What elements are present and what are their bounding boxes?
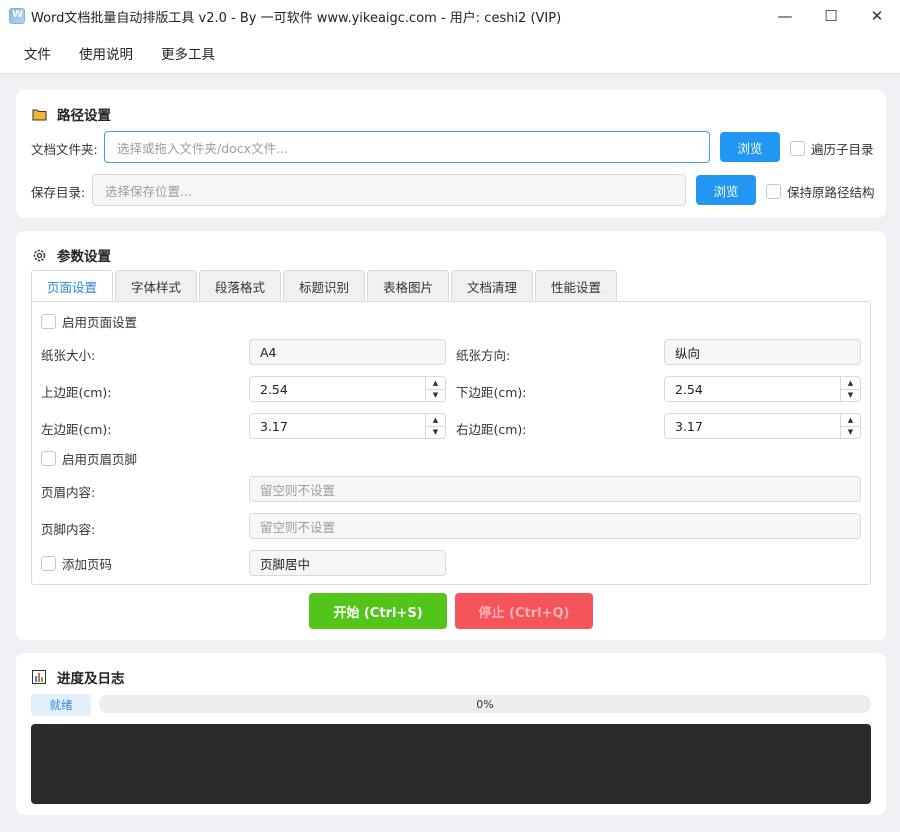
footer-content-placeholder: 留空则不设置 (260, 519, 336, 535)
paper-size-select[interactable]: A4 (249, 339, 446, 365)
spin-up-icon[interactable]: ▲ (841, 414, 860, 427)
enable-header-checkbox[interactable]: 启用页眉页脚 (41, 449, 137, 468)
spin-up-icon[interactable]: ▲ (426, 414, 445, 427)
header-content-label: 页眉内容: (41, 485, 96, 500)
add-page-number-checkbox[interactable]: 添加页码 (41, 554, 112, 573)
right-margin-value: 3.17 (675, 418, 703, 434)
top-margin-label: 上边距(cm): (41, 385, 112, 400)
save-dir-label: 保存目录: (31, 185, 86, 200)
bottom-margin-spinbox[interactable]: 2.54 ▲ ▼ (664, 376, 861, 402)
header-content-placeholder: 留空则不设置 (260, 482, 336, 498)
right-margin-spinbox[interactable]: 3.17 ▲ ▼ (664, 413, 861, 439)
path-settings-panel: 路径设置 文档文件夹: 选择或拖入文件夹/docx文件... 浏览 遍历子目录 … (16, 90, 886, 218)
bottom-margin-stepper[interactable]: ▲ ▼ (840, 377, 860, 401)
tab-font-style[interactable]: 字体样式 (115, 270, 197, 301)
tab-heading[interactable]: 标题识别 (283, 270, 365, 301)
maximize-button[interactable]: ☐ (808, 0, 854, 32)
orientation-value: 纵向 (675, 345, 701, 361)
footer-content-input[interactable]: 留空则不设置 (249, 513, 861, 539)
save-dir-input[interactable]: 选择保存位置... (92, 174, 686, 206)
add-page-number-box[interactable] (41, 556, 56, 571)
spin-up-icon[interactable]: ▲ (841, 377, 860, 390)
recurse-subdir-label: 遍历子目录 (811, 142, 874, 157)
menu-more-tools[interactable]: 更多工具 (147, 43, 229, 63)
minimize-button[interactable]: — (762, 0, 808, 32)
progress-bar: 0% (99, 695, 871, 713)
orientation-label: 纸张方向: (456, 348, 511, 363)
stop-button[interactable]: 停止 (Ctrl+Q) (455, 593, 593, 629)
tab-table-image[interactable]: 表格图片 (367, 270, 449, 301)
bar-chart-icon (31, 669, 47, 685)
save-dir-placeholder: 选择保存位置... (105, 183, 192, 199)
app-icon (9, 8, 25, 24)
log-output[interactable] (31, 724, 871, 804)
tab-doc-cleanup[interactable]: 文档清理 (451, 270, 533, 301)
add-page-number-label: 添加页码 (62, 557, 113, 572)
spin-down-icon[interactable]: ▼ (841, 390, 860, 402)
left-margin-stepper[interactable]: ▲ ▼ (425, 414, 445, 438)
bottom-margin-value: 2.54 (675, 381, 703, 397)
paper-size-label: 纸张大小: (41, 348, 96, 363)
title-bar: Word文档批量自动排版工具 v2.0 - By 一可软件 www.yikeai… (0, 0, 900, 32)
keep-structure-label: 保持原路径结构 (787, 185, 875, 200)
spin-down-icon[interactable]: ▼ (841, 427, 860, 439)
enable-header-box[interactable] (41, 451, 56, 466)
header-content-input[interactable]: 留空则不设置 (249, 476, 861, 502)
left-margin-value: 3.17 (260, 418, 288, 434)
tab-page-setup[interactable]: 页面设置 (31, 270, 113, 302)
spin-up-icon[interactable]: ▲ (426, 377, 445, 390)
progress-title: 进度及日志 (31, 667, 125, 687)
right-margin-stepper[interactable]: ▲ ▼ (840, 414, 860, 438)
gear-icon (31, 247, 47, 263)
path-settings-label: 路径设置 (57, 108, 111, 124)
progress-percent: 0% (476, 697, 494, 711)
status-badge: 就绪 (31, 694, 91, 716)
doc-folder-input[interactable]: 选择或拖入文件夹/docx文件... (104, 131, 710, 163)
bottom-margin-label: 下边距(cm): (456, 385, 527, 400)
browse-save-button[interactable]: 浏览 (696, 175, 756, 205)
top-margin-stepper[interactable]: ▲ ▼ (425, 377, 445, 401)
footer-content-label: 页脚内容: (41, 522, 96, 537)
params-panel: 参数设置 页面设置 字体样式 段落格式 标题识别 表格图片 文档清理 性能设置 … (16, 231, 886, 640)
page-setup-content: 启用页面设置 纸张大小: A4 纸张方向: 纵向 上边距(cm): 2.54 ▲… (31, 301, 871, 585)
start-button[interactable]: 开始 (Ctrl+S) (309, 593, 447, 629)
menu-help[interactable]: 使用说明 (65, 43, 147, 63)
params-tabs: 页面设置 字体样式 段落格式 标题识别 表格图片 文档清理 性能设置 (31, 270, 619, 302)
orientation-select[interactable]: 纵向 (664, 339, 861, 365)
window-controls: — ☐ ✕ (762, 0, 900, 32)
close-button[interactable]: ✕ (854, 0, 900, 32)
menu-file[interactable]: 文件 (10, 43, 65, 63)
params-title: 参数设置 (31, 245, 111, 265)
enable-page-label: 启用页面设置 (62, 315, 138, 330)
right-margin-label: 右边距(cm): (456, 422, 527, 437)
top-margin-spinbox[interactable]: 2.54 ▲ ▼ (249, 376, 446, 402)
top-margin-value: 2.54 (260, 381, 288, 397)
recurse-subdir-box[interactable] (790, 141, 805, 156)
enable-header-label: 启用页眉页脚 (62, 452, 138, 467)
tab-paragraph[interactable]: 段落格式 (199, 270, 281, 301)
browse-doc-button[interactable]: 浏览 (720, 132, 780, 162)
folder-icon (31, 106, 47, 122)
keep-structure-box[interactable] (766, 184, 781, 199)
progress-label: 进度及日志 (57, 671, 125, 687)
spin-down-icon[interactable]: ▼ (426, 427, 445, 439)
progress-panel: 进度及日志 就绪 0% (16, 653, 886, 815)
window-title: Word文档批量自动排版工具 v2.0 - By 一可软件 www.yikeai… (31, 10, 562, 26)
paper-size-value: A4 (260, 344, 277, 360)
params-label: 参数设置 (57, 249, 111, 265)
recurse-subdir-checkbox[interactable]: 遍历子目录 (790, 139, 874, 158)
tab-performance[interactable]: 性能设置 (535, 270, 617, 301)
left-margin-label: 左边距(cm): (41, 422, 112, 437)
enable-page-box[interactable] (41, 314, 56, 329)
page-number-position-value: 页脚居中 (260, 556, 311, 572)
doc-folder-label: 文档文件夹: (31, 142, 98, 157)
spin-down-icon[interactable]: ▼ (426, 390, 445, 402)
menu-bar: 文件 使用说明 更多工具 (0, 32, 900, 74)
enable-page-checkbox[interactable]: 启用页面设置 (41, 312, 137, 331)
keep-structure-checkbox[interactable]: 保持原路径结构 (766, 182, 875, 201)
left-margin-spinbox[interactable]: 3.17 ▲ ▼ (249, 413, 446, 439)
path-settings-title: 路径设置 (31, 104, 111, 124)
doc-folder-placeholder: 选择或拖入文件夹/docx文件... (117, 140, 288, 156)
page-number-position-select[interactable]: 页脚居中 (249, 550, 446, 576)
